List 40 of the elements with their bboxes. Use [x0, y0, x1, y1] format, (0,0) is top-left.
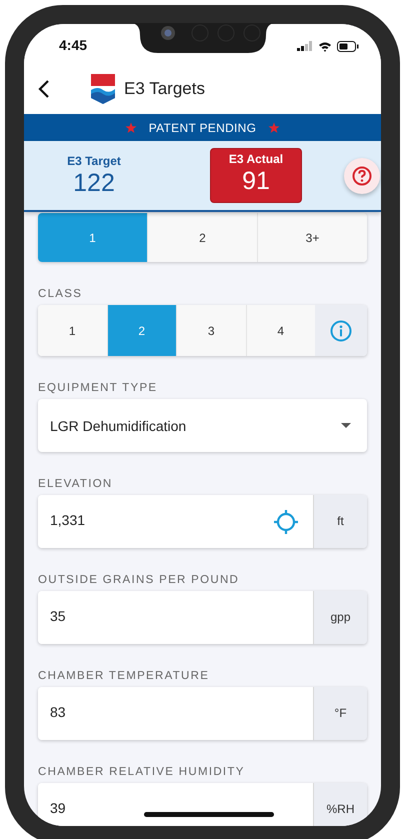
score-value: 122 — [72, 168, 116, 198]
info-button[interactable] — [315, 305, 367, 356]
field-label: CHAMBER TEMPERATURE — [38, 669, 210, 684]
segment-button[interactable]: 3 — [176, 305, 246, 356]
status-time: 4:45 — [59, 36, 88, 53]
segment-button[interactable]: 3+ — [257, 213, 367, 262]
signal-icon — [297, 41, 313, 51]
wifi-icon — [318, 40, 332, 52]
help-button[interactable] — [344, 158, 380, 194]
star-icon — [268, 122, 280, 134]
input-field[interactable]: 35 — [38, 591, 314, 644]
unit-label: %RH — [314, 783, 367, 826]
field-label: ELEVATION — [38, 477, 114, 492]
unit-label: °F — [314, 687, 367, 740]
help-icon — [352, 166, 372, 186]
unit-label: ft — [314, 495, 367, 548]
score-value: 91 — [241, 166, 271, 196]
segment-button[interactable]: 2 — [147, 213, 257, 262]
field-label: CHAMBER RELATIVE HUMIDITY — [38, 765, 246, 780]
score-label: E3 Target — [66, 154, 122, 168]
segment-button[interactable]: 4 — [246, 305, 315, 356]
banner-text: PATENT PENDING — [148, 120, 256, 134]
field-label: CLASS — [38, 287, 84, 302]
input-field[interactable]: 39 — [38, 783, 314, 826]
equipment-dropdown[interactable]: LGR Dehumidification — [38, 399, 367, 452]
field-label: OUTSIDE GRAINS PER POUND — [38, 573, 240, 588]
star-icon — [124, 122, 137, 134]
back-icon[interactable] — [38, 80, 50, 98]
shield-logo-icon — [90, 74, 116, 104]
battery-icon — [337, 40, 359, 52]
unit-label: gpp — [314, 591, 367, 644]
caret-icon — [341, 423, 351, 428]
input-field[interactable]: 1,331 — [38, 495, 314, 548]
score-label: E3 Actual — [228, 152, 284, 166]
input-field[interactable]: 83 — [38, 687, 314, 740]
field-label: EQUIPMENT TYPE — [38, 381, 158, 396]
info-icon — [330, 320, 352, 342]
crosshair-icon[interactable] — [273, 508, 299, 534]
segment-button[interactable]: 1 — [38, 305, 106, 356]
screen-title: E3 Targets — [124, 79, 205, 99]
